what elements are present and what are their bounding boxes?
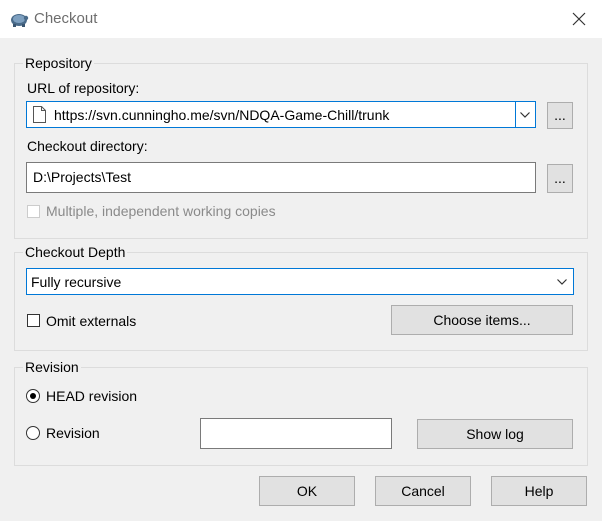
close-button[interactable] — [556, 0, 602, 38]
checkout-directory-label: Checkout directory: — [27, 138, 148, 154]
chevron-down-icon — [557, 279, 567, 285]
url-label: URL of repository: — [27, 80, 140, 96]
close-icon — [572, 12, 586, 26]
revision-radio-label: Revision — [46, 425, 100, 441]
chevron-down-icon — [520, 112, 530, 118]
omit-externals-label: Omit externals — [46, 313, 137, 329]
url-combobox[interactable]: https://svn.cunningho.me/svn/NDQA-Game-C… — [26, 101, 536, 128]
checkout-directory-browse-button[interactable]: ... — [547, 164, 573, 193]
url-dropdown-button[interactable] — [515, 102, 535, 127]
help-button[interactable]: Help — [491, 476, 587, 506]
repository-group-label: Repository — [23, 55, 94, 71]
cancel-button[interactable]: Cancel — [375, 476, 471, 506]
window-title: Checkout — [34, 10, 98, 27]
file-icon — [33, 106, 46, 126]
omit-externals-checkbox[interactable] — [27, 314, 40, 327]
checkout-depth-value: Fully recursive — [31, 274, 122, 290]
url-browse-button[interactable]: ... — [547, 102, 573, 129]
head-revision-radio[interactable] — [26, 389, 40, 403]
multiple-copies-checkbox[interactable] — [27, 205, 40, 218]
show-log-button[interactable]: Show log — [417, 419, 573, 449]
radio-selected-dot — [30, 393, 36, 399]
revision-number-input[interactable] — [200, 418, 392, 449]
checkout-directory-value: D:\Projects\Test — [33, 169, 132, 185]
revision-radio[interactable] — [26, 426, 40, 440]
tortoise-svn-icon — [9, 10, 29, 28]
revision-group-label: Revision — [23, 359, 81, 375]
checkout-directory-input[interactable]: D:\Projects\Test — [26, 162, 536, 193]
head-revision-label: HEAD revision — [46, 388, 138, 404]
checkout-depth-group — [14, 252, 588, 351]
checkout-depth-select[interactable]: Fully recursive — [26, 268, 574, 295]
revision-group — [14, 367, 588, 466]
choose-items-button[interactable]: Choose items... — [391, 305, 573, 335]
url-value[interactable]: https://svn.cunningho.me/svn/NDQA-Game-C… — [54, 107, 389, 123]
multiple-copies-label: Multiple, independent working copies — [46, 203, 276, 219]
checkout-depth-group-label: Checkout Depth — [23, 244, 128, 260]
ok-button[interactable]: OK — [259, 476, 355, 506]
title-bar: Checkout — [0, 0, 602, 39]
